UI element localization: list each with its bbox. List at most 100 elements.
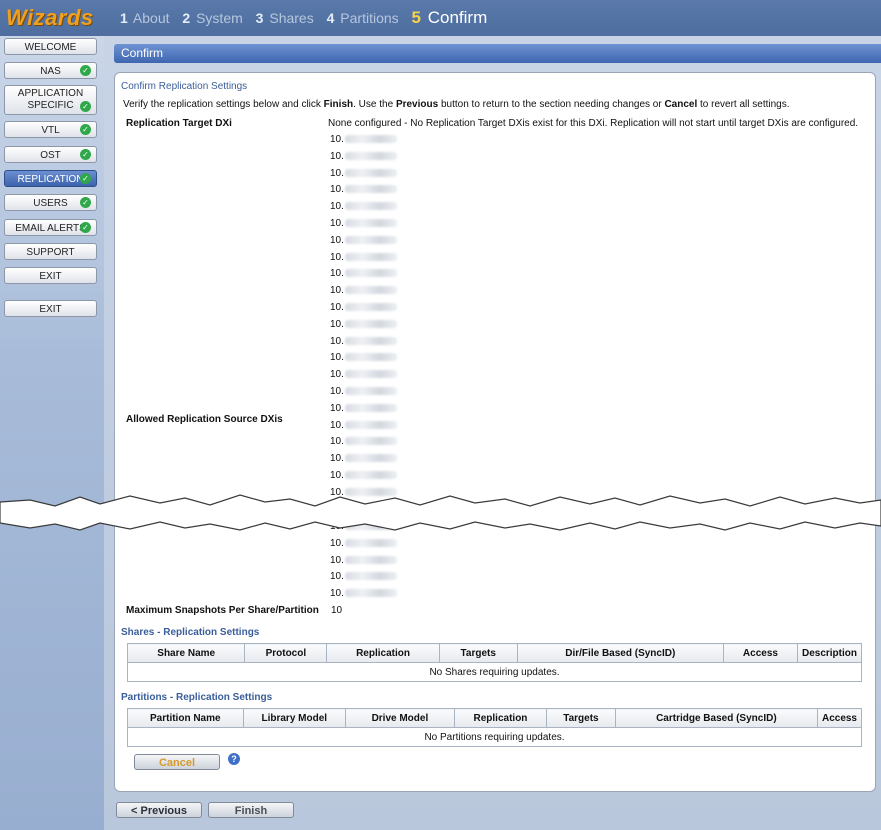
source-ip-entry: 10. [330,420,397,431]
source-ip-entry: 10. [330,352,397,363]
source-ip-entry: 10. [330,470,397,481]
intro-text: Verify the replication settings below an… [123,99,790,110]
sidebar-item-ost[interactable]: OST ✓ [4,146,97,163]
source-ip-entry: 10. [330,403,397,414]
redacted-ip [344,236,397,245]
table-row: No Shares requiring updates. [127,662,862,682]
source-ip-entry: 10. [330,285,397,296]
step-partitions[interactable]: 4 Partitions [327,10,399,26]
sidebar-item-replication[interactable]: REPLICATION ✓ [4,170,97,187]
redacted-ip [344,169,397,178]
sidebar-item-vtl[interactable]: VTL ✓ [4,121,97,138]
sidebar-item-welcome[interactable]: WELCOME [4,38,97,55]
wizards-logo: Wizards [6,5,94,30]
source-ip-entry: 10. [330,151,397,162]
check-icon: ✓ [80,101,91,112]
wizard-topbar: Wizards 1 About 2 System 3 Shares 4 Part… [0,0,881,36]
max-snapshots-label: Maximum Snapshots Per Share/Partition [126,605,319,616]
page-header: Confirm [114,44,881,63]
source-ip-entry: 10. [330,302,397,313]
previous-button[interactable]: < Previous [116,802,202,818]
redacted-ip [344,572,397,581]
step-about[interactable]: 1 About [120,10,170,26]
source-ip-entry: 10. [330,555,397,566]
redacted-ip [344,286,397,295]
source-ip-entry: 10. [330,571,397,582]
redacted-ip [344,437,397,446]
redacted-ip [344,471,397,480]
redacted-ip [344,219,397,228]
col-targets[interactable]: Targets [546,708,616,728]
step-confirm: 5 Confirm [411,8,488,27]
check-icon: ✓ [80,197,91,208]
sidebar-item-application-specific[interactable]: APPLICATION SPECIFIC ✓ [4,85,97,115]
finish-button[interactable]: Finish [208,802,294,818]
redacted-ip [344,303,397,312]
source-ip-entry: 10. [330,336,397,347]
sidebar-item-exit-secondary[interactable]: EXIT [4,300,97,317]
col-share-name[interactable]: Share Name [126,643,246,663]
source-ip-entry: 10. [330,235,397,246]
redacted-ip [344,185,397,194]
redacted-ip [344,404,397,413]
col-drive-model[interactable]: Drive Model [344,708,455,728]
col-access[interactable]: Access [816,708,863,728]
empty-message: No Partitions requiring updates. [127,727,862,747]
cancel-button[interactable]: Cancel [134,754,220,770]
source-ip-entry: 10. [330,201,397,212]
sidebar: WELCOME NAS ✓ APPLICATION SPECIFIC ✓ VTL ✓ O… [0,36,104,830]
col-protocol[interactable]: Protocol [244,643,328,663]
redacted-ip [344,269,397,278]
col-access[interactable]: Access [722,643,798,663]
empty-message: No Shares requiring updates. [127,662,862,682]
sidebar-item-support[interactable]: SUPPORT [4,243,97,260]
shares-table: Share Name Protocol Replication Targets … [126,643,863,682]
source-ip-entry: 10. [330,168,397,179]
source-ip-entry: 10. [330,184,397,195]
partitions-section-title: Partitions - Replication Settings [121,692,273,703]
help-icon[interactable]: ? [228,753,240,765]
redacted-ip [344,353,397,362]
check-icon: ✓ [80,222,91,233]
main-content: Confirm Confirm Replication Settings Ver… [104,36,881,830]
source-ip-entry: 10. [330,538,397,549]
col-partition-name[interactable]: Partition Name [127,708,244,728]
col-targets[interactable]: Targets [438,643,518,663]
max-snapshots-value: 10 [331,605,343,616]
sidebar-item-users[interactable]: USERS ✓ [4,194,97,211]
col-dir-file-based[interactable]: Dir/File Based (SyncID) [516,643,724,663]
check-icon: ✓ [80,149,91,160]
redacted-ip [344,539,397,548]
torn-edge-divider [0,494,881,531]
col-replication[interactable]: Replication [326,643,440,663]
col-description[interactable]: Description [796,643,863,663]
sidebar-item-email-alerts[interactable]: EMAIL ALERTS ✓ [4,219,97,236]
sidebar-item-exit[interactable]: EXIT [4,267,97,284]
sidebar-item-nas[interactable]: NAS ✓ [4,62,97,79]
wizard-steps: 1 About 2 System 3 Shares 4 Partitions 5… [120,8,496,28]
col-cartridge-based[interactable]: Cartridge Based (SyncID) [614,708,818,728]
replication-target-label: Replication Target DXi [126,118,232,129]
source-ip-entry: 10. [330,436,397,447]
redacted-ip [344,337,397,346]
redacted-ip [344,454,397,463]
confirm-panel: Confirm Replication Settings Verify the … [114,72,876,792]
redacted-ip [344,589,397,598]
allowed-source-label: Allowed Replication Source DXis [126,414,283,425]
source-ip-entry: 10. [330,252,397,263]
source-ip-entry: 10. [330,218,397,229]
source-ip-entry: 10. [330,386,397,397]
step-shares[interactable]: 3 Shares [256,10,314,26]
replication-target-value: None configured - No Replication Target … [328,118,859,129]
col-replication[interactable]: Replication [453,708,548,728]
step-system[interactable]: 2 System [182,10,242,26]
table-row: No Partitions requiring updates. [127,727,862,747]
table-header-row: Partition Name Library Model Drive Model… [127,708,863,728]
redacted-ip [344,135,397,144]
col-library-model[interactable]: Library Model [242,708,346,728]
check-icon: ✓ [80,65,91,76]
redacted-ip [344,320,397,329]
source-ip-entry: 10. [330,453,397,464]
source-ip-entry: 10. [330,588,397,599]
source-ip-entry: 10. [330,134,397,145]
